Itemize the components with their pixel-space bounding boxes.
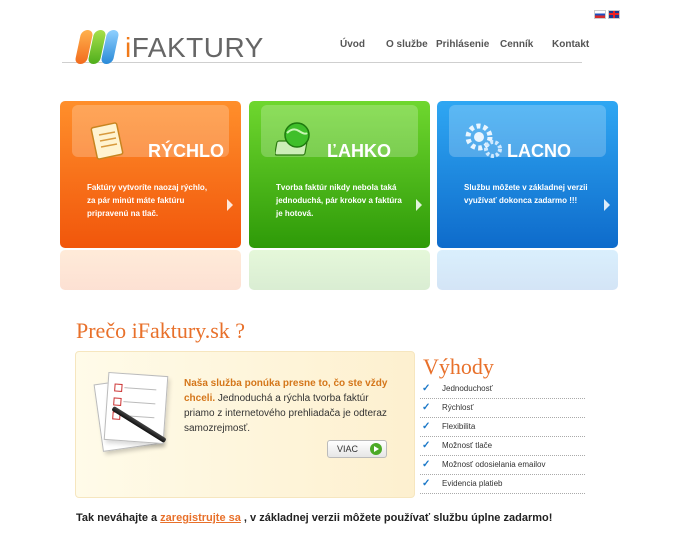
why-title: Prečo iFaktury.sk ? bbox=[76, 318, 246, 343]
notepad-icon bbox=[90, 122, 124, 160]
arrow-right-icon[interactable] bbox=[416, 199, 422, 211]
logo-icon[interactable] bbox=[74, 26, 120, 64]
benefit-item: ✓ Evidencia platieb bbox=[420, 475, 585, 494]
check-icon: ✓ bbox=[422, 421, 431, 432]
globe-icon bbox=[275, 122, 310, 156]
nav-kontakt[interactable]: Kontakt bbox=[552, 39, 589, 50]
check-icon: ✓ bbox=[422, 383, 431, 394]
benefit-item: ✓ Možnosť tlače bbox=[420, 437, 585, 456]
feature-lacno[interactable]: LACNO Službu môžete v základnej verzii v… bbox=[437, 101, 618, 248]
benefit-item: ✓ Rýchlosť bbox=[420, 399, 585, 418]
check-icon: ✓ bbox=[422, 440, 431, 451]
feature-lahko[interactable]: ĽAHKO Tvorba faktúr nikdy nebola taká je… bbox=[249, 101, 430, 248]
arrow-circle-icon bbox=[370, 443, 382, 455]
register-link[interactable]: zaregistrujte sa bbox=[160, 512, 241, 524]
logo[interactable]: iFAKTURY bbox=[125, 32, 264, 64]
benefit-item: ✓ Možnosť odosielania emailov bbox=[420, 456, 585, 475]
feature-reflection bbox=[249, 250, 430, 290]
feature-text: Tvorba faktúr nikdy nebola taká jednoduc… bbox=[276, 183, 402, 218]
feature-text: Faktúry vytvoríte naozaj rýchlo, za pár … bbox=[87, 183, 208, 218]
sk-flag-icon[interactable] bbox=[594, 10, 606, 19]
arrow-right-icon[interactable] bbox=[604, 199, 610, 211]
benefits-title: Výhody bbox=[423, 354, 494, 379]
feature-text: Službu môžete v základnej verzii využíva… bbox=[464, 183, 588, 205]
nav-cennik[interactable]: Cenník bbox=[500, 39, 533, 50]
why-text: Naša služba ponúka presne to, čo ste vžd… bbox=[184, 378, 388, 434]
en-flag-icon[interactable] bbox=[608, 10, 620, 19]
nav-o-sluzbe[interactable]: O službe bbox=[386, 39, 428, 50]
benefit-item: ✓ Flexibilita bbox=[420, 418, 585, 437]
benefit-item: ✓ Jednoduchosť bbox=[420, 380, 585, 399]
gear-icon bbox=[465, 123, 502, 158]
footer-cta: Tak neváhajte a zaregistrujte sa , v zák… bbox=[76, 512, 553, 524]
more-button[interactable]: VIAC bbox=[327, 440, 387, 458]
arrow-right-icon[interactable] bbox=[227, 199, 233, 211]
nav-uvod[interactable]: Úvod bbox=[340, 39, 365, 50]
check-icon: ✓ bbox=[422, 459, 431, 470]
feature-title: RÝCHLO bbox=[148, 141, 224, 161]
check-icon: ✓ bbox=[422, 402, 431, 413]
feature-rychlo[interactable]: RÝCHLO Faktúry vytvoríte naozaj rýchlo, … bbox=[60, 101, 241, 248]
nav-prihlasenie[interactable]: Prihlásenie bbox=[436, 39, 489, 50]
feature-reflection bbox=[60, 250, 241, 290]
check-icon: ✓ bbox=[422, 478, 431, 489]
feature-title: ĽAHKO bbox=[327, 141, 391, 161]
feature-reflection bbox=[437, 250, 618, 290]
feature-title: LACNO bbox=[507, 141, 571, 161]
